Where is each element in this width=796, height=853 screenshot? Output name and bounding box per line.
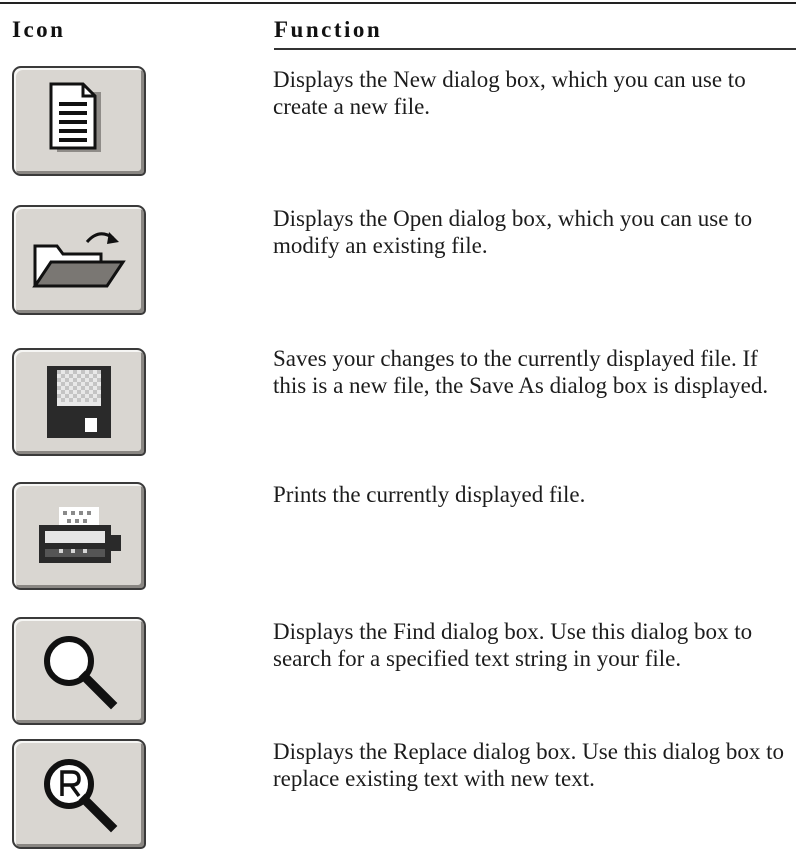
save-disk-icon — [47, 366, 111, 438]
printer-icon — [39, 507, 121, 563]
row-description: Displays the Replace dialog box. Use thi… — [273, 739, 785, 791]
find-button[interactable] — [12, 617, 146, 725]
replace-magnifier-icon — [44, 759, 118, 833]
icon-column-header: Icon — [12, 17, 66, 42]
row-description: Displays the Open dialog box, which you … — [273, 206, 753, 258]
find-magnifier-icon — [44, 636, 118, 710]
open-button[interactable] — [12, 205, 146, 315]
new-file-icon — [49, 82, 101, 152]
top-rule — [0, 2, 796, 4]
save-button[interactable] — [12, 348, 146, 456]
print-button[interactable] — [12, 482, 146, 590]
open-folder-icon — [32, 232, 126, 288]
header-rule — [274, 48, 796, 50]
replace-button[interactable] — [12, 739, 146, 849]
new-button[interactable] — [12, 66, 146, 176]
row-description: Displays the Find dialog box. Use this d… — [273, 619, 753, 671]
row-description: Saves your changes to the currently disp… — [273, 346, 769, 398]
row-description: Displays the New dialog box, which you c… — [273, 67, 746, 119]
row-description: Prints the currently displayed file. — [273, 482, 586, 507]
table-header: Icon Function — [0, 17, 796, 47]
function-column-header: Function — [274, 17, 383, 42]
